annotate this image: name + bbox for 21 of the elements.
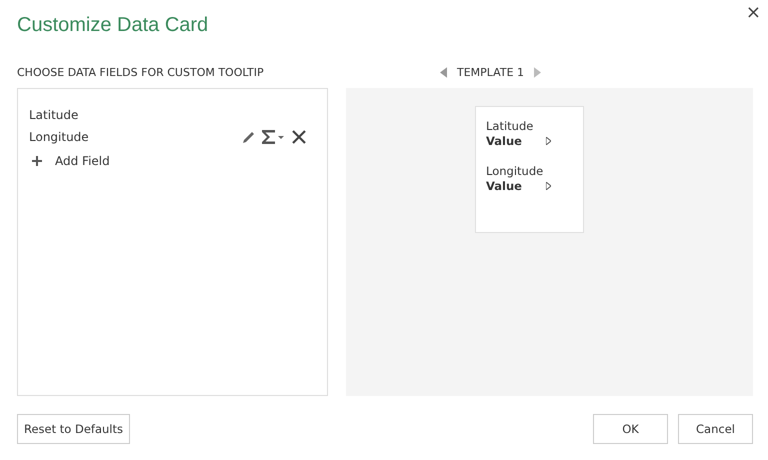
close-icon[interactable] <box>291 129 307 145</box>
field-name[interactable]: Longitude <box>29 130 89 144</box>
field-name[interactable]: Latitude <box>29 108 78 122</box>
sum-dropdown-icon[interactable] <box>261 129 285 145</box>
add-field-link[interactable]: Add Field <box>55 154 110 168</box>
reset-button[interactable]: Reset to Defaults <box>17 414 130 444</box>
triangle-icon[interactable] <box>546 182 551 190</box>
triangle-icon[interactable] <box>546 137 551 145</box>
pencil-icon[interactable] <box>242 130 255 144</box>
close-button[interactable]: × <box>746 3 761 23</box>
card-field-value: Value <box>486 179 522 193</box>
previous-arrow-icon[interactable] <box>440 67 447 78</box>
plus-icon[interactable] <box>32 156 42 166</box>
section-heading: CHOOSE DATA FIELDS FOR CUSTOM TOOLTIP <box>17 66 265 79</box>
cancel-button[interactable]: Cancel <box>678 414 753 444</box>
template-label: TEMPLATE 1 <box>457 66 524 79</box>
card-field-label: Longitude <box>486 164 544 178</box>
ok-button[interactable]: OK <box>593 414 668 444</box>
dialog-title: Customize Data Card <box>17 14 208 37</box>
card-field-label: Latitude <box>486 119 534 133</box>
card-field-value: Value <box>486 134 522 148</box>
